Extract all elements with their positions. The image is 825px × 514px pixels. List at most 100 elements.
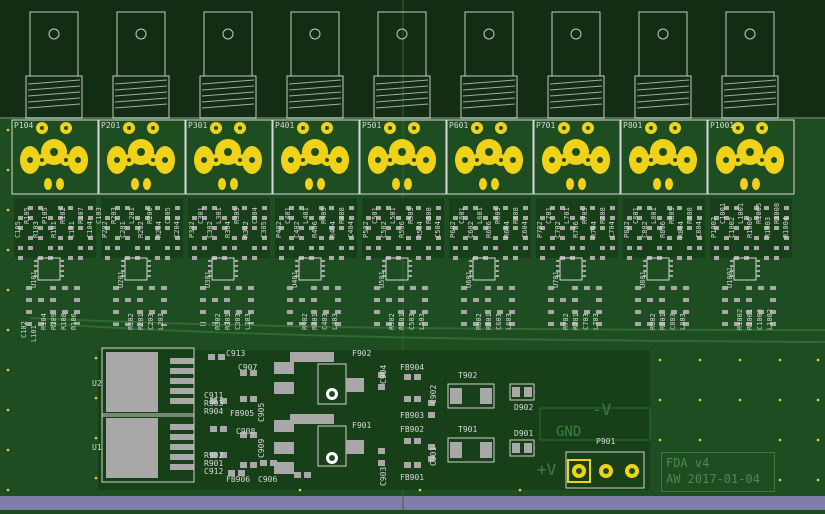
smd-pad (18, 256, 23, 260)
smd-pad (746, 286, 752, 290)
smd-pad (697, 246, 702, 250)
smd-pad (635, 298, 641, 302)
ref-label: R405 (320, 207, 328, 224)
power-ref-label: C901 (429, 446, 438, 466)
smd-pad (145, 246, 150, 250)
connector-label: P801 (623, 121, 643, 130)
power-ref-label: R904 (204, 407, 224, 416)
via (6, 288, 10, 292)
ref-label: L301 (215, 207, 223, 224)
power-ref-label: C912 (204, 467, 224, 476)
smd-pad (754, 236, 759, 240)
ic-label: U301 (204, 271, 212, 288)
ref-label: R1001 (746, 308, 754, 330)
smd-pad (503, 206, 508, 210)
smd-pad (242, 256, 247, 260)
ref-label: C101 (68, 221, 76, 238)
smd-pad (58, 236, 63, 240)
ref-label: P302 (188, 221, 196, 238)
power-ref-label: FB905 (230, 409, 255, 418)
smd-pad (610, 206, 615, 210)
via (94, 396, 98, 400)
smd-pad (610, 246, 615, 250)
smd-pad (349, 206, 354, 210)
ref-label: R808 (686, 207, 694, 224)
smd-pad (62, 286, 68, 290)
smd-pad (503, 256, 508, 260)
via (778, 478, 782, 482)
smd-pad (161, 286, 167, 290)
smd-pad (744, 246, 749, 250)
smd-pad (523, 206, 528, 210)
ref-label: L801 (650, 207, 658, 224)
ref-label: R701 (572, 313, 580, 330)
ref-label: R202 (127, 313, 135, 330)
smd-pad (683, 286, 689, 290)
power-ref-label: FB903 (400, 411, 425, 420)
pcb-view[interactable]: P104 P201 P301 P401 P501 P601 P701 P801 P1001 C10… (0, 0, 825, 510)
smd-pad (105, 246, 110, 250)
smd-pad (88, 206, 93, 210)
smd-pad (155, 206, 160, 210)
ref-label: R408 (338, 207, 346, 224)
via (6, 328, 10, 332)
ref-label: L203 (157, 313, 165, 330)
power-section (98, 347, 651, 490)
smd-pad (208, 354, 215, 360)
smd-pad (523, 246, 528, 250)
smd-pad (149, 286, 155, 290)
smd-pad (523, 216, 528, 220)
smd-pad (378, 448, 385, 454)
ref-label: R605 (494, 207, 502, 224)
smd-pad (78, 246, 83, 250)
smd-pad (548, 298, 554, 302)
smd-pad (304, 472, 311, 478)
smd-pad (161, 298, 167, 302)
smd-pad (683, 298, 689, 302)
smd-pad (192, 246, 197, 250)
smd-pad (200, 298, 206, 302)
smd-pad (406, 236, 411, 240)
smd-pad (366, 246, 371, 250)
ref-label: C803 (669, 313, 677, 330)
ic-label: U601 (465, 271, 473, 288)
ref-label: C802 (641, 221, 649, 238)
smd-pad (366, 256, 371, 260)
smd-pad (175, 216, 180, 220)
ref-label: R304 (224, 221, 232, 238)
ref-label: R302 (242, 221, 250, 238)
ref-label: R102 (59, 207, 67, 224)
smd-pad (339, 226, 344, 230)
smd-pad (461, 298, 467, 302)
ref-label: R103 (32, 221, 40, 238)
ref-label: R501 (398, 313, 406, 330)
smd-pad (453, 256, 458, 260)
ref-label: R402 (301, 313, 309, 330)
smd-pad (279, 256, 284, 260)
smd-pad (224, 298, 230, 302)
smd-pad (248, 286, 254, 290)
ref-label: R508 (425, 207, 433, 224)
via (658, 398, 662, 402)
smd-pad (687, 226, 692, 230)
ref-label: R602 (475, 313, 483, 330)
smd-pad (714, 246, 719, 250)
smd-pad (596, 286, 602, 290)
smd-pad (637, 246, 642, 250)
smd-pad (513, 226, 518, 230)
power-ref-label: C913 (226, 349, 246, 358)
minus-v-label: -V (592, 400, 612, 419)
via (6, 368, 10, 372)
smd-pad (627, 256, 632, 260)
smd-pad (758, 286, 764, 290)
smd-pad (329, 206, 334, 210)
smd-pad (610, 216, 615, 220)
smd-pad (374, 310, 380, 314)
smd-pad (590, 206, 595, 210)
smd-pad (513, 246, 518, 250)
ref-label: C804 (695, 221, 703, 238)
smd-pad (463, 246, 468, 250)
smd-pad (224, 286, 230, 290)
ref-label: R104 (40, 313, 48, 330)
ref-label: C205 (164, 207, 172, 224)
